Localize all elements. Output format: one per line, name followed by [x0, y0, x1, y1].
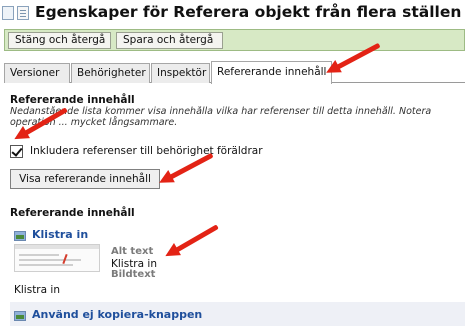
include-parents-label: Inkludera referenser till behörighet för…: [30, 145, 263, 157]
tab-permissions[interactable]: Behörigheter: [71, 63, 150, 83]
thumbnail-line: [19, 259, 81, 261]
image-icon: [14, 311, 26, 321]
save-and-return-button[interactable]: Spara och återgå: [116, 32, 223, 49]
thumbnail-line: [19, 254, 59, 256]
image-icon: [14, 231, 26, 241]
tab-bar: Versioner Behörigheter Inspektör Referer…: [4, 61, 465, 84]
item-title-link[interactable]: Klistra in: [32, 228, 88, 241]
show-referencing-content-button[interactable]: Visa refererande innehåll: [10, 169, 160, 189]
action-toolbar: Stäng och återgå Spara och återgå: [4, 29, 465, 51]
alt-text-label: Alt text: [111, 246, 154, 257]
document-icon: [2, 6, 14, 20]
page-title: Egenskaper för Referera objekt från fler…: [35, 3, 462, 21]
caption-label: Bildtext: [111, 269, 156, 280]
thumbnail-line: [19, 264, 73, 266]
include-parents-checkbox[interactable]: [10, 145, 23, 158]
results-heading: Refererande innehåll: [10, 207, 135, 219]
tab-referencing-content[interactable]: Refererande innehåll: [211, 61, 332, 84]
close-and-return-button[interactable]: Stäng och återgå: [8, 32, 111, 49]
page-header: Egenskaper för Referera objekt från fler…: [0, 0, 465, 26]
item-caption: Klistra in: [14, 284, 60, 296]
description-line-1: Nedanstående lista kommer visa innehålla…: [10, 106, 432, 117]
item-thumbnail: [14, 244, 100, 272]
properties-icon: [17, 6, 29, 20]
item-title-link[interactable]: Använd ej kopiera-knappen: [32, 308, 202, 321]
thumbnail-header: [15, 245, 99, 249]
section-heading: Refererande innehåll: [10, 94, 135, 106]
tab-inspector[interactable]: Inspektör: [151, 63, 210, 83]
tab-versions[interactable]: Versioner: [4, 63, 70, 83]
